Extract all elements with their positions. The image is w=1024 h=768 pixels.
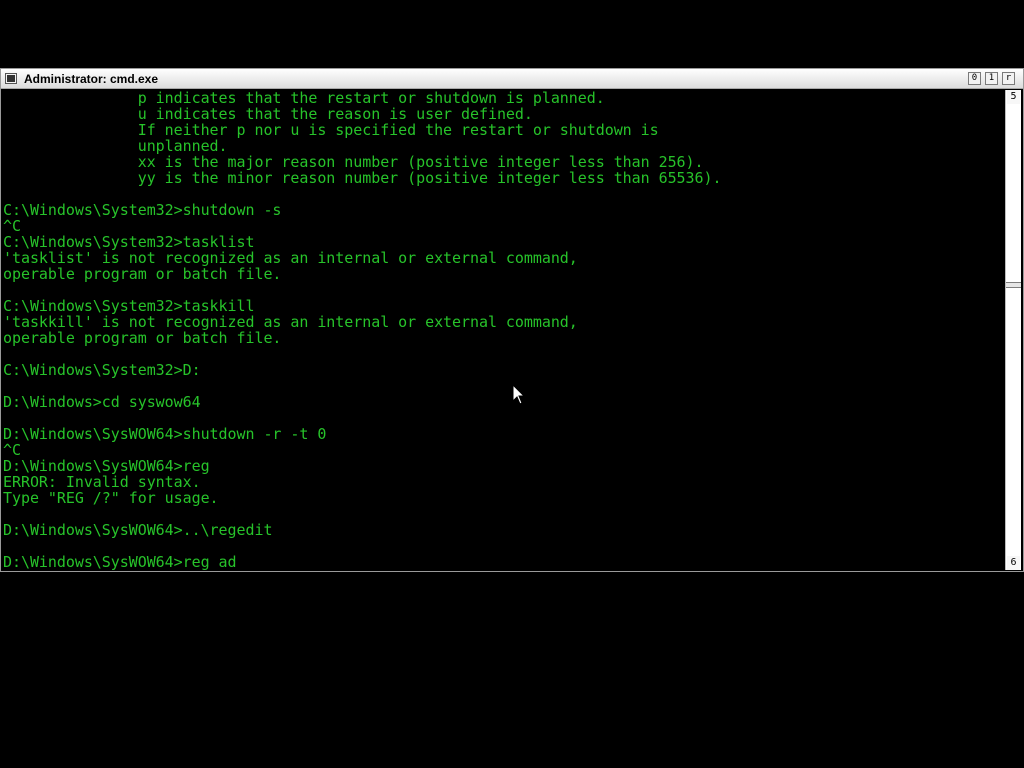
mouse-pointer-icon [512, 384, 526, 405]
title-bar[interactable]: Administrator: cmd.exe 0 1 r [1, 69, 1023, 89]
close-button[interactable]: r [1002, 72, 1015, 85]
console-line: C:\Windows\System32>D: [3, 361, 201, 379]
console-line: ^C [3, 217, 21, 235]
window-title: Administrator: cmd.exe [24, 72, 159, 86]
console-line: 'taskkill' is not recognized as an inter… [3, 313, 578, 331]
console-line: u indicates that the reason is user defi… [3, 105, 533, 123]
console-line: D:\Windows\SysWOW64>..\regedit [3, 521, 273, 539]
console-line: xx is the major reason number (positive … [3, 153, 704, 171]
console-line: C:\Windows\System32>shutdown -s [3, 201, 282, 219]
scroll-up-arrow-icon[interactable]: 5 [1007, 90, 1020, 104]
minimize-button[interactable]: 0 [968, 72, 981, 85]
scrollbar-thumb[interactable] [1006, 282, 1021, 288]
console-line: D:\Windows\SysWOW64>reg ad [3, 553, 237, 570]
console-line: D:\Windows\SysWOW64>reg [3, 457, 210, 475]
console-line: D:\Windows\SysWOW64>shutdown -r -t 0 [3, 425, 327, 443]
console-lines: p indicates that the restart or shutdown… [3, 90, 1003, 570]
maximize-button[interactable]: 1 [985, 72, 998, 85]
console-line: C:\Windows\System32>taskkill [3, 297, 255, 315]
console-line: C:\Windows\System32>tasklist [3, 233, 255, 251]
cmd-window[interactable]: Administrator: cmd.exe 0 1 r p indicates… [0, 68, 1024, 572]
console-line: p indicates that the restart or shutdown… [3, 90, 605, 107]
console-line: 'tasklist' is not recognized as an inter… [3, 249, 578, 267]
console-line: ERROR: Invalid syntax. [3, 473, 201, 491]
console-line: yy is the minor reason number (positive … [3, 169, 722, 187]
console-line: operable program or batch file. [3, 265, 282, 283]
console-line: unplanned. [3, 137, 228, 155]
console-line: ^C [3, 441, 21, 459]
desktop: Administrator: cmd.exe 0 1 r p indicates… [0, 0, 1024, 768]
console-line: D:\Windows>cd syswow64 [3, 393, 201, 411]
scroll-down-arrow-icon[interactable]: 6 [1007, 556, 1020, 570]
vertical-scrollbar[interactable]: 5 6 [1005, 90, 1021, 570]
console-line: Type "REG /?" for usage. [3, 489, 219, 507]
console-output[interactable]: p indicates that the restart or shutdown… [3, 90, 1003, 570]
console-line: operable program or batch file. [3, 329, 282, 347]
cmd-app-icon[interactable] [5, 73, 17, 84]
console-line: If neither p nor u is specified the rest… [3, 121, 659, 139]
